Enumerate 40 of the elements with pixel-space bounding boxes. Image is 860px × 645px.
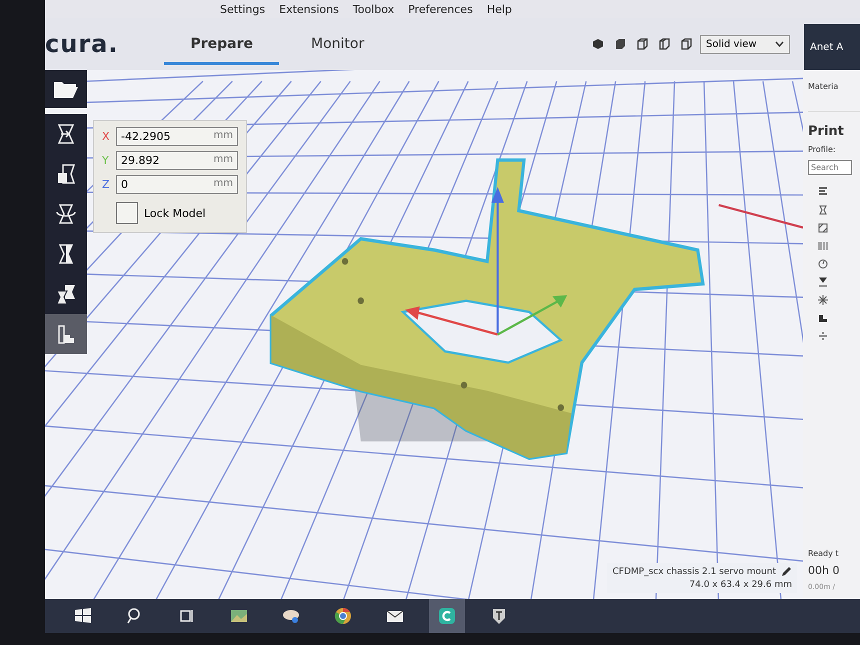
material-label: Materia — [808, 82, 860, 112]
solid-cube-view-button[interactable] — [590, 36, 606, 52]
menu-item[interactable]: Preferences — [408, 2, 473, 16]
chevron-down-icon — [775, 41, 784, 47]
print-time: 00h 0 — [808, 564, 840, 577]
lock-model-label: Lock Model — [144, 206, 206, 220]
axis-label: Y — [102, 154, 110, 167]
menu-item[interactable]: Toolbox — [352, 2, 394, 16]
folder-icon — [53, 79, 79, 99]
profile-label: Profile: — [808, 145, 837, 154]
coordinate-field[interactable]: 0 mm — [116, 175, 238, 194]
settings-search-field[interactable]: Search — [808, 160, 852, 175]
lock-model-checkbox[interactable] — [116, 202, 138, 224]
print-setup-title: Print — [808, 124, 845, 139]
menu-item[interactable]: Extensions — [279, 2, 339, 16]
view-mode-dropdown[interactable]: Solid view — [700, 34, 790, 54]
axis-label: X — [102, 130, 111, 143]
move-tool-icon — [55, 123, 77, 145]
menu-item[interactable]: Settings — [220, 2, 266, 16]
model-dimensions: 74.0 x 63.4 x 29.6 mm — [689, 580, 792, 590]
tab[interactable]: Prepare — [164, 24, 279, 64]
model-name: CFDMP_scx chassis 2.1 servo mount — [612, 566, 776, 576]
axis-label: Z — [102, 178, 111, 191]
printer-selector[interactable]: Anet A — [804, 24, 860, 70]
scale-tool-icon — [55, 163, 77, 185]
pencil-icon[interactable] — [781, 566, 792, 577]
support-icon[interactable] — [818, 313, 828, 323]
cura-taskbar-icon[interactable] — [429, 599, 465, 633]
menu-item[interactable]: Help — [486, 2, 512, 16]
coordinate-field[interactable]: 29.892 mm — [116, 151, 238, 170]
logo: cura. — [45, 30, 120, 58]
speed-icon[interactable] — [818, 259, 828, 269]
status-text: Ready t — [808, 549, 840, 558]
fan-icon[interactable] — [818, 295, 828, 305]
rotate-tool-icon — [55, 203, 77, 225]
tab[interactable]: Monitor — [285, 24, 390, 64]
support-tool-button[interactable] — [45, 314, 87, 354]
infill-icon[interactable] — [818, 223, 828, 233]
open-file-button[interactable] — [45, 70, 87, 108]
coordinate-field[interactable]: -42.2905 mm — [116, 127, 238, 146]
